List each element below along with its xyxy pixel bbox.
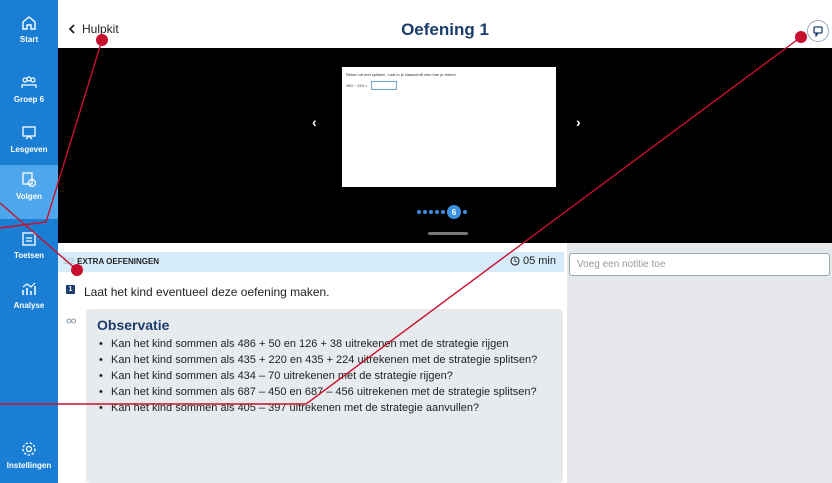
observation-title: Observatie	[97, 317, 170, 333]
nav-volgen-label: Volgen	[15, 192, 43, 201]
home-icon	[22, 16, 36, 30]
nav-toetsen[interactable]: Toetsen	[0, 230, 58, 266]
slide-sum: 450 − 223 =	[346, 83, 368, 88]
nav-lesgeven[interactable]: Lesgeven	[0, 124, 58, 160]
observation-item: Kan het kind sommen als 435 + 220 en 435…	[93, 352, 553, 368]
sidebar: Start Groep 6 Lesgeven Volgen Toetsen An…	[0, 0, 58, 483]
slide-instruction: Reken uit met splitsen. Laat in je klads…	[346, 72, 457, 77]
previous-slide-button[interactable]: ‹	[312, 114, 317, 130]
pagination-dot[interactable]	[435, 210, 439, 214]
observation-item: Kan het kind sommen als 486 + 50 en 126 …	[93, 336, 553, 352]
exercise-content: 1/2 EXTRA OEFENINGEN 05 min 1 Laat het ki…	[58, 243, 567, 483]
pagination-dot[interactable]	[423, 210, 427, 214]
pagination-dot[interactable]	[417, 210, 421, 214]
chat-button[interactable]	[807, 20, 829, 42]
test-icon	[22, 232, 36, 246]
slide-preview[interactable]: Reken uit met splitsen. Laat in je klads…	[342, 67, 556, 187]
nav-instellingen-label: Instellingen	[6, 461, 52, 470]
nav-instellingen[interactable]: Instellingen	[0, 440, 58, 480]
next-slide-button[interactable]: ›	[576, 114, 581, 130]
chart-icon	[22, 282, 36, 295]
nav-volgen[interactable]: Volgen	[0, 165, 58, 219]
slide-answer-box	[371, 81, 397, 90]
duration: 05 min	[510, 255, 556, 267]
observation-item: Kan het kind sommen als 687 – 450 en 687…	[93, 384, 553, 400]
teach-icon	[22, 126, 36, 140]
nav-analyse[interactable]: Analyse	[0, 280, 58, 316]
note-input[interactable]	[569, 253, 830, 276]
pagination-current[interactable]: 6	[447, 205, 461, 219]
observation-item: Kan het kind sommen als 434 – 70 uitreke…	[93, 368, 553, 384]
nav-start[interactable]: Start	[0, 14, 58, 50]
section-prefix: 1/2	[63, 257, 75, 266]
step-number: 1	[66, 285, 75, 294]
clock-icon	[510, 256, 520, 266]
pagination-dot[interactable]	[429, 210, 433, 214]
duration-value: 05 min	[522, 255, 556, 267]
section-header: 1/2 EXTRA OEFENINGEN 05 min	[58, 252, 564, 272]
nav-groep-label: Groep 6	[13, 95, 45, 104]
page-title: Oefening 1	[401, 20, 489, 39]
resize-handle[interactable]	[428, 232, 468, 235]
nav-lesgeven-label: Lesgeven	[10, 145, 48, 154]
observation-box: Observatie Kan het kind sommen als 486 +…	[86, 309, 563, 483]
nav-toetsen-label: Toetsen	[13, 251, 45, 260]
pagination-dot[interactable]	[463, 210, 467, 214]
observation-item: Kan het kind sommen als 405 – 397 uitrek…	[93, 400, 553, 416]
notes-panel	[567, 243, 832, 483]
section-label: 1/2 EXTRA OEFENINGEN	[63, 257, 159, 266]
gear-icon	[22, 442, 36, 456]
slide-viewer: Reken uit met splitsen. Laat in je klads…	[58, 48, 832, 243]
follow-icon	[22, 172, 37, 188]
chat-icon	[813, 26, 823, 37]
slide-pagination: 6	[417, 205, 467, 219]
section-title: EXTRA OEFENINGEN	[77, 257, 160, 266]
pagination-dot[interactable]	[441, 210, 445, 214]
observe-icon	[66, 318, 76, 324]
nav-analyse-label: Analyse	[13, 301, 45, 310]
nav-start-label: Start	[19, 35, 39, 44]
group-icon	[21, 76, 37, 88]
observation-list: Kan het kind sommen als 486 + 50 en 126 …	[93, 336, 553, 416]
step-instruction: Laat het kind eventueel deze oefening ma…	[84, 285, 330, 299]
header-bar: Hulpkit Oefening 1	[58, 14, 832, 48]
nav-groep[interactable]: Groep 6	[0, 74, 58, 110]
